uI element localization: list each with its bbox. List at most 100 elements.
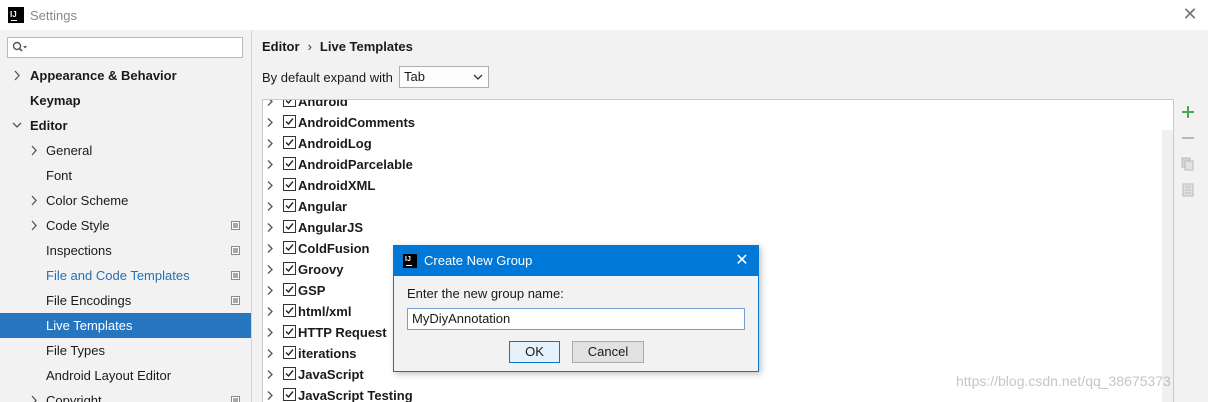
- settings-search-input[interactable]: [7, 37, 243, 58]
- dialog-title: Create New Group: [424, 253, 533, 268]
- copy-icon[interactable]: [1180, 156, 1196, 172]
- template-group-checkbox[interactable]: [283, 199, 296, 212]
- checkmark-icon: [285, 286, 294, 294]
- add-icon[interactable]: [1180, 104, 1196, 120]
- sidebar-item-live-templates[interactable]: Live Templates: [0, 313, 251, 338]
- checkmark-icon: [285, 181, 294, 189]
- sidebar-item-label: File Encodings: [46, 293, 132, 308]
- window-close-icon[interactable]: ✕: [1180, 4, 1200, 24]
- project-scope-icon: [231, 296, 240, 305]
- chevron-right-icon[interactable]: [266, 264, 274, 275]
- template-group-checkbox[interactable]: [283, 325, 296, 338]
- checkmark-icon: [285, 139, 294, 147]
- remove-icon[interactable]: [1180, 130, 1196, 146]
- chevron-right-icon[interactable]: [266, 99, 274, 107]
- sidebar-item-file-and-code-templates[interactable]: File and Code Templates: [0, 263, 251, 288]
- chevron-right-icon[interactable]: [12, 63, 22, 88]
- template-group-row[interactable]: AngularJS: [263, 217, 1163, 238]
- sidebar-item-label: Inspections: [46, 243, 112, 258]
- chevron-right-icon[interactable]: [266, 243, 274, 254]
- sidebar-item-file-types[interactable]: File Types: [0, 338, 251, 363]
- template-group-name: html/xml: [298, 304, 352, 319]
- chevron-right-icon[interactable]: [266, 306, 274, 317]
- breadcrumb-item[interactable]: Editor: [262, 39, 300, 54]
- template-group-name: AndroidLog: [298, 136, 372, 151]
- chevron-right-icon[interactable]: [266, 390, 274, 401]
- sidebar-item-file-encodings[interactable]: File Encodings: [0, 288, 251, 313]
- checkmark-icon: [285, 307, 294, 315]
- template-group-checkbox[interactable]: [283, 262, 296, 275]
- chevron-down-icon: [473, 74, 483, 80]
- template-group-checkbox[interactable]: [283, 283, 296, 296]
- ok-button[interactable]: OK: [509, 341, 560, 363]
- sidebar-item-label: Android Layout Editor: [46, 368, 172, 383]
- sidebar-item-inspections[interactable]: Inspections: [0, 238, 251, 263]
- sidebar-item-color-scheme[interactable]: Color Scheme: [0, 188, 251, 213]
- chevron-right-icon[interactable]: [29, 388, 39, 402]
- chevron-right-icon[interactable]: [266, 117, 274, 128]
- template-group-row[interactable]: AndroidComments: [263, 112, 1163, 133]
- sidebar-item-keymap[interactable]: Keymap: [0, 88, 251, 113]
- template-group-name: JavaScript Testing: [298, 388, 413, 402]
- project-scope-icon: [231, 246, 240, 255]
- template-group-row[interactable]: AndroidLog: [263, 133, 1163, 154]
- template-group-row[interactable]: AndroidParcelable: [263, 154, 1163, 175]
- template-group-name: AngularJS: [298, 220, 364, 235]
- template-group-name: Groovy: [298, 262, 344, 277]
- checkmark-icon: [285, 244, 294, 252]
- dialog-close-icon[interactable]: ✕: [732, 251, 752, 271]
- sidebar-item-code-style[interactable]: Code Style: [0, 213, 251, 238]
- chevron-right-icon[interactable]: [29, 138, 39, 163]
- sidebar-item-general[interactable]: General: [0, 138, 251, 163]
- chevron-right-icon[interactable]: [266, 201, 274, 212]
- chevron-right-icon[interactable]: [266, 369, 274, 380]
- expand-with-select[interactable]: Tab: [399, 66, 489, 88]
- template-group-row[interactable]: Android: [263, 99, 1163, 112]
- chevron-right-icon[interactable]: [266, 327, 274, 338]
- template-group-checkbox[interactable]: [283, 220, 296, 233]
- vertical-scrollbar[interactable]: [1162, 130, 1173, 402]
- template-group-checkbox[interactable]: [283, 388, 296, 401]
- template-group-checkbox[interactable]: [283, 100, 296, 107]
- chevron-right-icon[interactable]: [266, 285, 274, 296]
- group-name-label: Enter the new group name:: [407, 286, 564, 301]
- template-group-checkbox[interactable]: [283, 241, 296, 254]
- create-group-dialog: IJ Create New Group ✕ Enter the new grou…: [393, 245, 759, 372]
- chevron-right-icon[interactable]: [266, 222, 274, 233]
- template-group-checkbox[interactable]: [283, 367, 296, 380]
- template-group-checkbox[interactable]: [283, 136, 296, 149]
- sidebar-item-label: Font: [46, 168, 73, 183]
- restore-icon[interactable]: [1180, 182, 1196, 198]
- sidebar-item-android-layout-editor[interactable]: Android Layout Editor: [0, 363, 251, 388]
- group-name-input[interactable]: MyDiyAnnotation: [407, 308, 745, 330]
- sidebar-item-copyright[interactable]: Copyright: [0, 388, 251, 402]
- template-group-checkbox[interactable]: [283, 346, 296, 359]
- dialog-titlebar: IJ Create New Group ✕: [394, 246, 758, 276]
- template-group-checkbox[interactable]: [283, 304, 296, 317]
- sidebar-item-label: Color Scheme: [46, 193, 129, 208]
- checkmark-icon: [285, 100, 292, 105]
- template-group-checkbox[interactable]: [283, 115, 296, 128]
- chevron-right-icon[interactable]: [266, 180, 274, 191]
- checkmark-icon: [285, 370, 294, 378]
- sidebar-item-appearance-behavior[interactable]: Appearance & Behavior: [0, 63, 251, 88]
- cancel-button[interactable]: Cancel: [572, 341, 644, 363]
- sidebar-item-font[interactable]: Font: [0, 163, 251, 188]
- template-group-row[interactable]: AndroidXML: [263, 175, 1163, 196]
- chevron-right-icon[interactable]: [266, 138, 274, 149]
- chevron-down-icon[interactable]: [12, 113, 22, 138]
- chevron-right-icon[interactable]: [29, 188, 39, 213]
- chevron-right-icon[interactable]: [29, 213, 39, 238]
- sidebar-item-editor[interactable]: Editor: [0, 113, 251, 138]
- project-scope-icon: [231, 271, 240, 280]
- chevron-right-icon[interactable]: [266, 159, 274, 170]
- expand-with-value: Tab: [404, 69, 425, 84]
- template-group-row[interactable]: Angular: [263, 196, 1163, 217]
- checkmark-icon: [285, 349, 294, 357]
- template-group-checkbox[interactable]: [283, 157, 296, 170]
- watermark: https://blog.csdn.net/qq_38675373: [956, 373, 1171, 389]
- template-group-checkbox[interactable]: [283, 178, 296, 191]
- chevron-right-icon[interactable]: [266, 348, 274, 359]
- template-group-name: AndroidParcelable: [298, 157, 413, 172]
- checkmark-icon: [285, 118, 294, 126]
